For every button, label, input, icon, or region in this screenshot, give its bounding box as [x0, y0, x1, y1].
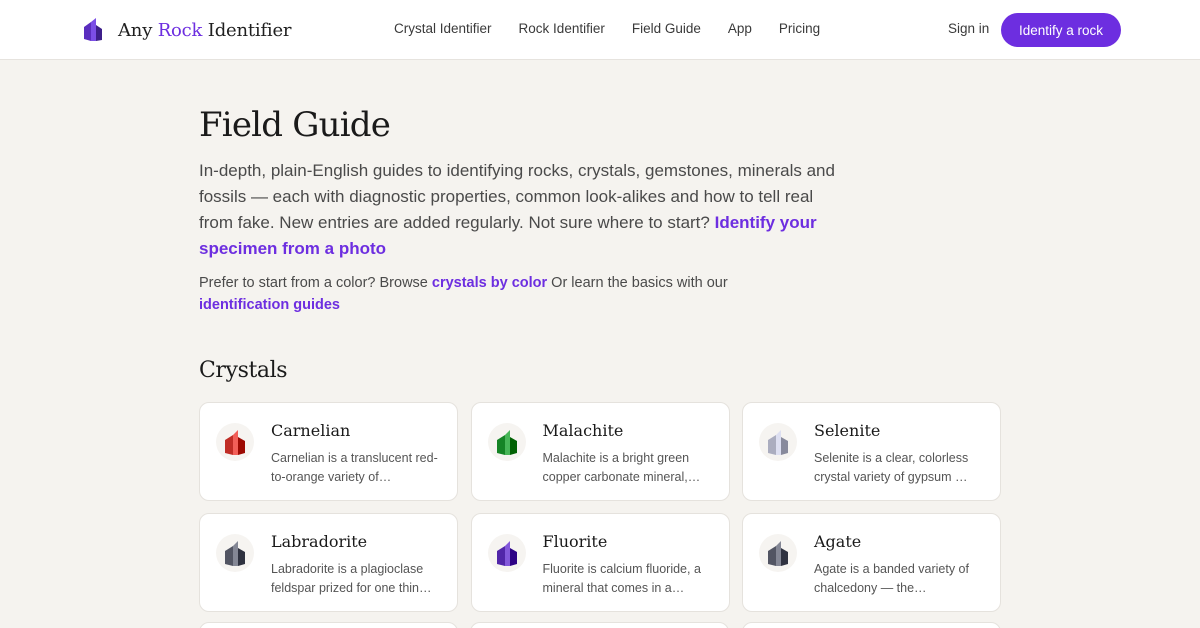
crystal-card-agate[interactable]: Agate Agate is a banded variety of chalc…	[742, 513, 1001, 612]
crystal-description: Labradorite is a plagioclase feldspar pr…	[271, 562, 432, 595]
crystal-description: Carnelian is a translucent red-to-orange…	[271, 451, 438, 484]
home-link[interactable]: Any Rock Identifier	[82, 16, 292, 44]
crystal-logo-icon	[84, 18, 102, 41]
main-nav: Crystal Identifier Rock Identifier Field…	[394, 21, 847, 36]
sign-in-link[interactable]: Sign in	[948, 21, 989, 36]
crystal-icon	[216, 534, 254, 572]
identification-guides-link[interactable]: identification guides	[199, 297, 340, 313]
browse-paragraph: Prefer to start from a color? Browse cry…	[199, 275, 728, 313]
crystal-name: Agate	[814, 532, 862, 551]
crystal-card-labradorite[interactable]: Labradorite Labradorite is a plagioclase…	[199, 513, 458, 612]
nav-field-guide[interactable]: Field Guide	[632, 21, 701, 36]
nav-rock-identifier[interactable]: Rock Identifier	[519, 21, 605, 36]
crystal-description: Malachite is a bright green copper carbo…	[542, 451, 701, 484]
top-navigation: Any Rock Identifier Crystal Identifier R…	[0, 0, 1200, 60]
page-title: Field Guide	[199, 105, 391, 145]
crystal-card-malachite[interactable]: Malachite Malachite is a bright green co…	[470, 402, 730, 501]
crystal-card-fluorite[interactable]: Fluorite Fluorite is calcium fluoride, a…	[470, 513, 730, 612]
nav-pricing[interactable]: Pricing	[779, 21, 820, 36]
crystal-description: Fluorite is calcium fluoride, a mineral …	[542, 562, 701, 595]
crystal-card-selenite[interactable]: Selenite Selenite is a clear, colorless …	[742, 402, 1001, 501]
crystal-name: Labradorite	[271, 532, 368, 551]
crystal-card-partial[interactable]	[742, 622, 1001, 628]
crystal-icon	[759, 423, 797, 461]
crystal-card-partial[interactable]	[199, 622, 458, 628]
crystal-name: Malachite	[542, 421, 624, 440]
crystal-icon	[487, 534, 526, 572]
crystal-card-partial[interactable]	[470, 622, 729, 628]
crystal-icon	[487, 423, 526, 461]
crystals-by-color-link[interactable]: crystals by color	[432, 275, 547, 291]
crystal-description: Agate is a banded variety of chalcedony …	[814, 562, 969, 595]
crystal-card-carnelian[interactable]: Carnelian Carnelian is a translucent red…	[199, 402, 458, 501]
nav-crystal-identifier[interactable]: Crystal Identifier	[394, 21, 492, 36]
crystal-grid: Carnelian Carnelian is a translucent red…	[199, 402, 1001, 612]
section-title-crystals: Crystals	[199, 358, 288, 383]
crystal-description: Selenite is a clear, colorless crystal v…	[814, 451, 969, 484]
crystal-name: Selenite	[814, 421, 881, 440]
crystal-icon	[216, 423, 254, 461]
crystal-name: Carnelian	[271, 421, 351, 440]
crystal-name: Fluorite	[542, 532, 608, 551]
intro-paragraph: In-depth, plain-English guides to identi…	[199, 161, 835, 258]
identify-rock-button[interactable]: Identify a rock	[1001, 13, 1121, 47]
brand-name: Any Rock Identifier	[118, 19, 292, 41]
crystal-icon	[759, 534, 797, 572]
nav-app[interactable]: App	[728, 21, 752, 36]
main-content: Field Guide In-depth, plain-English guid…	[199, 104, 1001, 612]
